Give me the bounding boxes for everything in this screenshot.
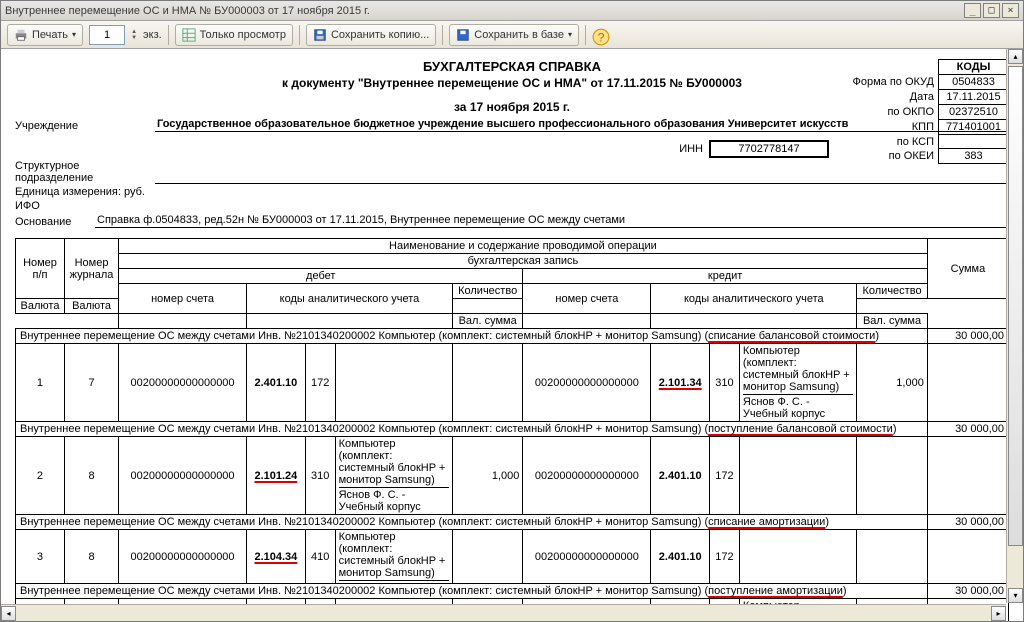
kpp-value: 771401001 (939, 120, 1009, 135)
basis-value: Справка ф.0504833, ред.52н № БУ000003 от… (95, 214, 1009, 228)
group-title-row: Внутреннее перемещение ОС между счетами … (16, 584, 1009, 599)
table-row: 38002000000000000002.104.34410Компьютер … (16, 530, 1009, 584)
th-c-cur: Валюта (64, 299, 118, 314)
dropdown-icon: ▾ (72, 30, 76, 39)
th-debit: дебет (119, 269, 523, 284)
save-copy-label: Сохранить копию... (331, 29, 429, 41)
unit-label: Единица измерения: руб. (15, 186, 145, 198)
close-button[interactable]: × (1002, 3, 1019, 18)
th-j: Номер журнала (64, 239, 118, 299)
th-d-analytic: коды аналитического учета (247, 284, 453, 314)
okud-value: 0504833 (939, 75, 1009, 90)
th-credit: кредит (523, 269, 927, 284)
th-c-acct: номер счета (523, 284, 651, 314)
th-n: Номер п/п (16, 239, 65, 299)
th-d-qty: Количество (452, 284, 522, 299)
preview-label: Только просмотр (200, 29, 286, 41)
kpp-label: КПП (847, 120, 939, 135)
codes-header: КОДЫ (939, 60, 1009, 75)
date-label: Дата (847, 90, 939, 105)
dept-label: Структурное подразделение (15, 160, 155, 184)
document-viewport[interactable]: КОДЫ Форма по ОКУД0504833 Дата17.11.2015… (1, 49, 1023, 621)
save-db-label: Сохранить в базе (474, 29, 564, 41)
floppy-icon (313, 28, 327, 42)
svg-text:?: ? (598, 30, 605, 44)
minimize-button[interactable]: _ (964, 3, 981, 18)
copies-suffix: экз. (143, 29, 162, 41)
th-entry: бухгалтерская запись (119, 254, 928, 269)
window-title: Внутреннее перемещение ОС и НМА № БУ0000… (5, 5, 370, 17)
th-sum: Сумма (927, 239, 1008, 299)
ksp-value (939, 135, 1009, 149)
save-db-button[interactable]: Сохранить в базе ▾ (449, 24, 579, 46)
inn-label: ИНН (679, 143, 703, 155)
okei-value: 383 (939, 149, 1009, 164)
dept-value (155, 182, 1009, 184)
table-row: 28002000000000000002.101.24310Компьютер … (16, 437, 1009, 515)
codes-box: КОДЫ Форма по ОКУД0504833 Дата17.11.2015… (847, 59, 1010, 164)
scroll-left-icon[interactable]: ◂ (1, 606, 16, 621)
th-c-analytic: коды аналитического учета (651, 284, 857, 314)
print-label: Печать (32, 29, 68, 41)
group-title-row: Внутреннее перемещение ОС между счетами … (16, 422, 1009, 437)
preview-button[interactable]: Только просмотр (175, 24, 293, 46)
scroll-up-icon[interactable]: ▴ (1008, 49, 1023, 64)
save-copy-button[interactable]: Сохранить копию... (306, 24, 436, 46)
group-title-row: Внутреннее перемещение ОС между счетами … (16, 515, 1009, 530)
group-title-row: Внутреннее перемещение ОС между счетами … (16, 329, 1009, 344)
okei-label: по ОКЕИ (847, 149, 939, 164)
grid-icon (182, 28, 196, 42)
table-row: 17002000000000000002.401.101720020000000… (16, 344, 1009, 422)
okpo-value: 02372510 (939, 105, 1009, 120)
window-titlebar: Внутреннее перемещение ОС и НМА № БУ0000… (1, 1, 1023, 21)
help-icon[interactable]: ? (592, 28, 610, 42)
th-c-valsum: Вал. сумма (857, 314, 928, 329)
horizontal-scrollbar[interactable]: ◂ ▸ (1, 604, 1006, 621)
ifo-label: ИФО (15, 200, 40, 212)
scroll-thumb[interactable] (1008, 66, 1023, 546)
ksp-label: по КСП (847, 135, 939, 149)
main-table: Номер п/п Номер журнала Наименование и с… (15, 238, 1009, 621)
toolbar: Печать ▾ ▲▼ экз. Только просмотр Сохрани… (1, 21, 1023, 49)
vertical-scrollbar[interactable]: ▴ ▾ (1006, 49, 1023, 603)
th-d-acct: номер счета (119, 284, 247, 314)
scroll-right-icon[interactable]: ▸ (991, 606, 1006, 621)
org-label: Учреждение (15, 120, 155, 132)
inn-value: 7702778147 (709, 140, 829, 158)
th-c-qty: Количество (857, 284, 928, 299)
th-op: Наименование и содержание проводимой опе… (119, 239, 928, 254)
floppy-db-icon (456, 28, 470, 42)
print-button[interactable]: Печать ▾ (7, 24, 83, 46)
table-body: Внутреннее перемещение ОС между счетами … (16, 329, 1009, 622)
th-d-valsum: Вал. сумма (452, 314, 522, 329)
basis-label: Основание (15, 216, 95, 228)
date-value: 17.11.2015 (939, 90, 1009, 105)
copies-input[interactable] (89, 25, 125, 45)
okpo-label: по ОКПО (847, 105, 939, 120)
scroll-down-icon[interactable]: ▾ (1008, 588, 1023, 603)
spinner-icon[interactable]: ▲▼ (131, 29, 137, 41)
dropdown-icon: ▾ (568, 30, 572, 39)
printer-icon (14, 28, 28, 42)
th-d-cur: Валюта (16, 299, 65, 314)
maximize-button[interactable]: □ (983, 3, 1000, 18)
okud-label: Форма по ОКУД (847, 75, 939, 90)
